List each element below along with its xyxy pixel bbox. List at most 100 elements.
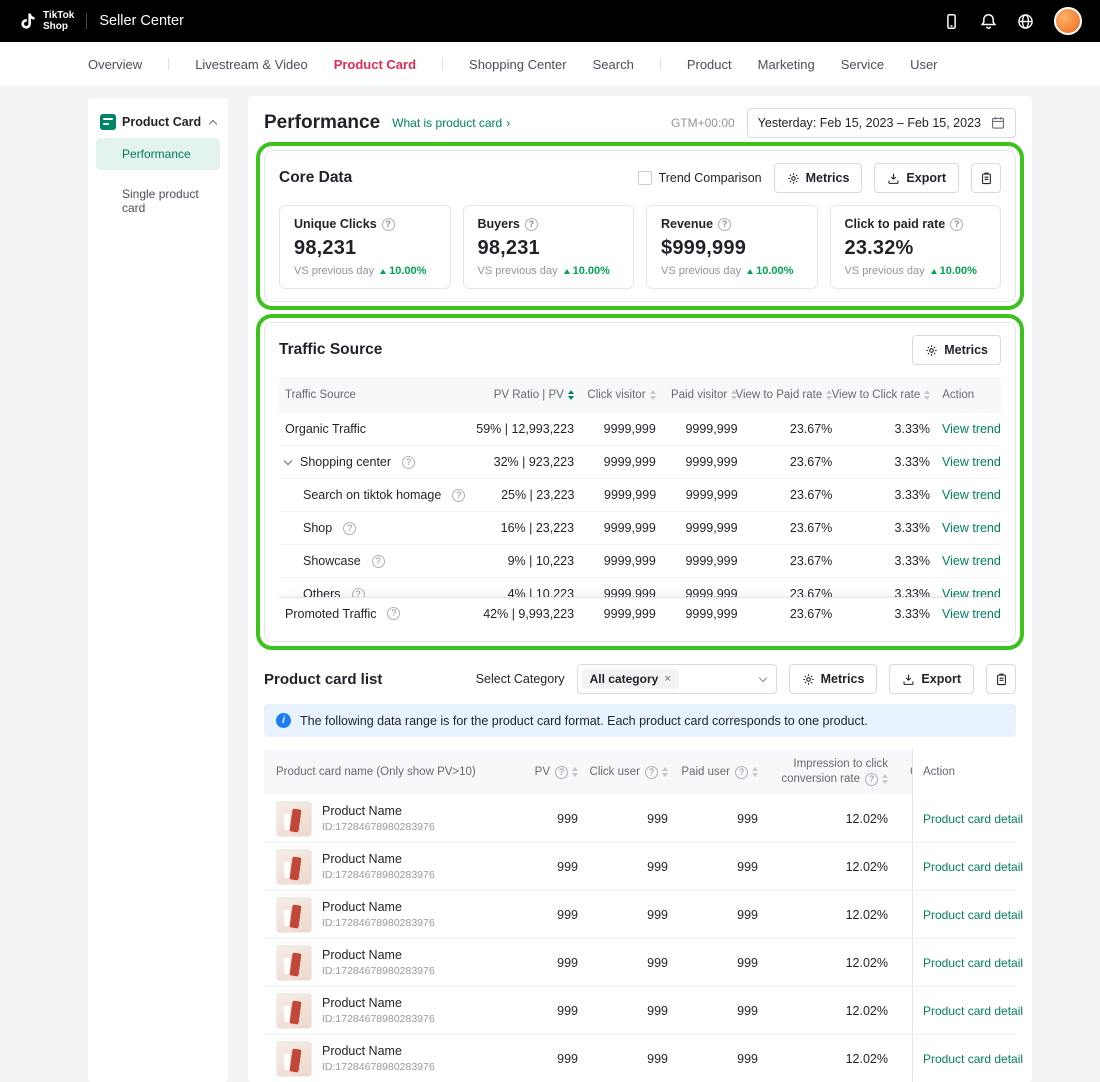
what-is-product-card-link[interactable]: What is product card › [392,116,510,130]
avatar[interactable] [1054,7,1082,35]
view-to-click-value: 3.33% [838,422,936,436]
product-id: ID:17284678980283976 [322,1013,435,1025]
main-content: Performance What is product card › GTM+0… [248,96,1032,1082]
metrics-button[interactable]: Metrics [789,664,878,694]
nav-item-marketing[interactable]: Marketing [758,57,815,72]
nav-item-product-card[interactable]: Product Card [334,57,416,72]
metric-card-click-to-paid-rate: Click to paid rate? 23.32% VS previous d… [830,205,1002,289]
product-id: ID:17284678980283976 [322,1061,435,1073]
column-pv: PV [535,766,550,778]
nav-item-overview[interactable]: Overview [88,57,142,72]
bell-icon[interactable] [980,13,997,30]
nav-item-service[interactable]: Service [841,57,884,72]
logo-text-line1: TikTok [43,10,74,21]
help-icon[interactable]: ? [950,218,963,231]
date-range-picker[interactable]: Yesterday: Feb 15, 2023 – Feb 15, 2023 [747,108,1016,138]
nav-item-livestream-video[interactable]: Livestream & Video [195,57,308,72]
product-name: Product Name [322,1044,435,1058]
sidebar-item-performance[interactable]: Performance [96,138,220,170]
sort-icon[interactable] [924,390,930,400]
product-id: ID:17284678980283976 [322,965,435,977]
nav-item-shopping-center[interactable]: Shopping Center [469,57,567,72]
core-data-title: Core Data [279,169,352,187]
view-trend-link[interactable]: View trend [942,488,1001,502]
paid-visitor-value: 9999,999 [662,422,744,436]
view-to-paid-value: 23.67% [744,521,839,535]
help-icon[interactable]: ? [452,489,465,502]
help-icon[interactable]: ? [343,522,356,535]
view-trend-link[interactable]: View trend [942,554,1001,568]
product-thumbnail [276,801,312,837]
tiktok-shop-logo[interactable]: TikTok Shop [18,10,74,32]
product-table-header: Product card name (Only show PV>10) PV? … [264,749,1016,795]
view-to-paid-value: 23.67% [744,488,839,502]
help-icon[interactable]: ? [865,773,878,786]
help-icon[interactable]: ? [372,555,385,568]
view-trend-link[interactable]: View trend [942,455,1001,469]
help-icon[interactable]: ? [402,456,415,469]
nav-item-product[interactable]: Product [687,57,732,72]
sort-icon[interactable] [568,390,574,400]
help-icon[interactable]: ? [555,766,568,779]
view-trend-link[interactable]: View trend [942,521,1001,535]
collapse-chevron-icon[interactable] [284,456,292,464]
mobile-icon[interactable] [943,13,960,30]
product-row: Product NameID:17284678980283976 999 999… [264,843,1016,891]
product-thumbnail [276,897,312,933]
traffic-source-title: Traffic Source [279,341,382,359]
help-icon[interactable]: ? [735,766,748,779]
column-click-user: Click user [590,766,640,778]
close-icon[interactable]: × [664,673,670,685]
divider [660,58,661,70]
product-thumbnail [276,849,312,885]
sort-icon[interactable] [752,767,758,777]
help-icon[interactable]: ? [387,607,400,620]
sidebar: Product Card Performance Single product … [88,98,228,1082]
click-visitor-value: 9999,999 [580,455,662,469]
product-card-detail-link[interactable]: Product card detail [923,1052,1023,1066]
help-icon[interactable]: ? [718,218,731,231]
clipboard-button[interactable] [971,163,1001,193]
product-row: Product NameID:17284678980283976 999 999… [264,891,1016,939]
trend-comparison-checkbox[interactable] [638,171,652,185]
metric-value: 98,231 [478,237,620,260]
export-button[interactable]: Export [889,664,974,694]
product-card-detail-link[interactable]: Product card detail [923,860,1023,874]
export-button[interactable]: Export [874,163,959,193]
help-icon[interactable]: ? [382,218,395,231]
table-row-promoted-traffic: Promoted Traffic? 42% | 9,993,223 9999,9… [279,597,1001,629]
sort-icon[interactable] [650,390,656,400]
globe-icon[interactable] [1017,13,1034,30]
nav-item-user[interactable]: User [910,57,937,72]
sort-icon[interactable] [882,774,888,784]
paid-visitor-value: 9999,999 [662,521,744,535]
arrow-up-icon [747,269,753,274]
metric-value: $999,999 [661,237,803,260]
traffic-table-header: Traffic Source PV Ratio | PV Click visit… [279,377,1001,413]
metrics-button[interactable]: Metrics [912,335,1001,365]
product-card-detail-link[interactable]: Product card detail [923,956,1023,970]
product-card-detail-link[interactable]: Product card detail [923,1004,1023,1018]
metrics-button[interactable]: Metrics [774,163,863,193]
product-row: Product NameID:17284678980283976 999 999… [264,1035,1016,1082]
category-select[interactable]: All category × [577,664,777,694]
view-trend-link[interactable]: View trend [942,607,1001,621]
nav-item-search[interactable]: Search [593,57,634,72]
clipboard-button[interactable] [986,664,1016,694]
sidebar-item-single-product-card[interactable]: Single product card [96,178,220,224]
sidebar-section-product-card[interactable]: Product Card [96,114,220,130]
sort-icon[interactable] [572,767,578,777]
clipboard-icon [995,673,1008,686]
help-icon[interactable]: ? [645,766,658,779]
column-action: Action [936,389,1001,401]
tiktok-note-icon [18,10,38,32]
view-trend-link[interactable]: View trend [942,422,1001,436]
help-icon[interactable]: ? [525,218,538,231]
pv-value: 16% | 23,223 [468,521,580,535]
view-to-click-value: 3.33% [838,488,936,502]
date-range-value: Yesterday: Feb 15, 2023 – Feb 15, 2023 [758,116,981,130]
product-card-detail-link[interactable]: Product card detail [923,908,1023,922]
sort-icon[interactable] [662,767,668,777]
trend-comparison-toggle[interactable]: Trend Comparison [638,171,762,185]
product-card-detail-link[interactable]: Product card detail [923,812,1023,826]
